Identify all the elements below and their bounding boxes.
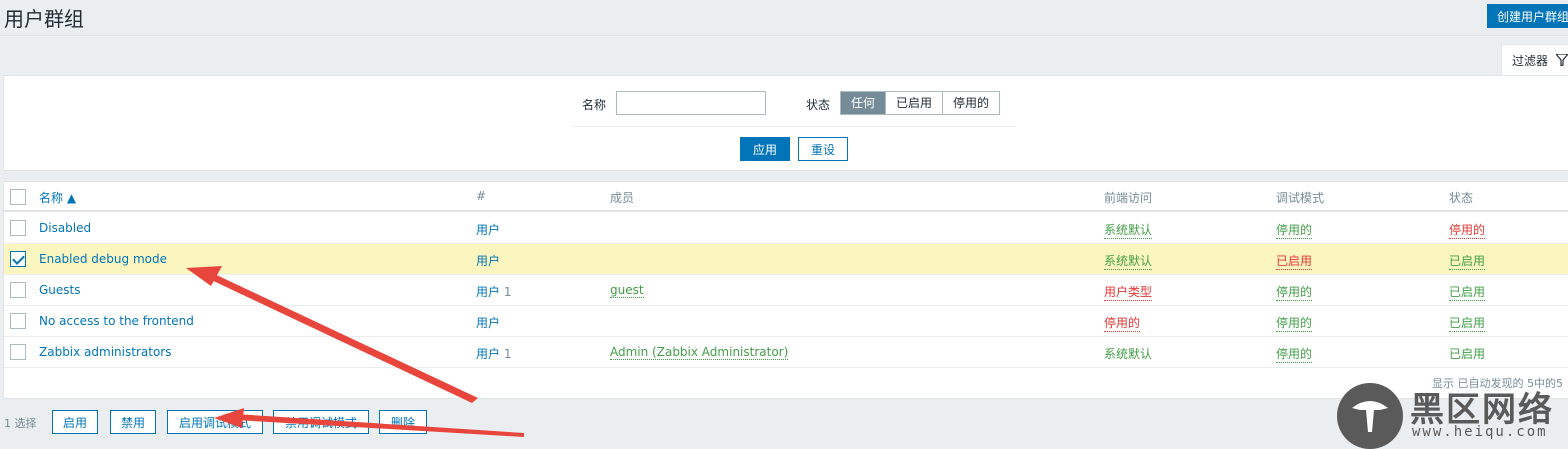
column-header-debug-mode: 调试模式 [1276,191,1325,205]
column-header-status: 状态 [1449,191,1474,205]
users-link[interactable]: 用户 [476,252,500,269]
row-checkbox[interactable] [10,313,26,329]
group-name-link[interactable]: Zabbix administrators [39,345,171,359]
filter-tab[interactable]: 过滤器 [1501,44,1568,76]
delete-button[interactable]: 删除 [379,410,427,434]
users-cell: 用户 1 [476,345,511,362]
debug-mode-value[interactable]: 已启用 [1276,252,1313,270]
users-count: 1 [503,347,512,361]
select-all-checkbox[interactable] [10,189,26,205]
table-row: Enabled debug mode 用户 系统默认 已启用 已启用 [4,244,1568,275]
group-name-link[interactable]: Guests [39,283,81,297]
row-checkbox[interactable] [10,282,26,298]
table-row: Disabled 用户 系统默认 停用的 停用的 [4,213,1568,244]
group-name-link[interactable]: Enabled debug mode [39,252,167,266]
table-row: No access to the frontend 用户 停用的 停用的 已启用 [4,306,1568,337]
debug-mode-value[interactable]: 停用的 [1276,314,1313,332]
group-name-link[interactable]: Disabled [39,221,91,235]
status-value[interactable]: 已启用 [1449,314,1486,332]
status-value: 已启用 [1449,347,1486,361]
status-filter-label: 状态 [806,98,831,112]
column-header-count: # [476,189,487,203]
frontend-access-value[interactable]: 停用的 [1104,314,1141,332]
selected-count: 1 选择 [4,417,37,430]
watermark-url: www.heiqu.com [1412,424,1548,440]
create-user-group-button[interactable]: 创建用户群组 [1487,4,1568,28]
status-value[interactable]: 已启用 [1449,283,1486,301]
row-checkbox[interactable] [10,344,26,360]
page-title: 用户群组 [4,7,84,31]
status-option-enabled[interactable]: 已启用 [886,92,944,114]
reset-button[interactable]: 重设 [798,137,848,161]
member-link[interactable]: Admin (Zabbix Administrator) [610,345,789,360]
disable-button[interactable]: 禁用 [110,410,156,434]
status-option-disabled[interactable]: 停用的 [943,92,1000,114]
users-link[interactable]: 用户 [476,347,500,361]
name-filter-label: 名称 [582,98,607,112]
frontend-access-value: 系统默认 [1104,347,1153,361]
row-checkbox[interactable] [10,251,26,267]
users-link[interactable]: 用户 [476,314,500,331]
table-header-row: 名称 ▲ # 成员 前端访问 调试模式 状态 [4,182,1568,212]
frontend-access-value[interactable]: 系统默认 [1104,252,1153,270]
column-header-members: 成员 [610,191,635,205]
table-row: Guests 用户 1 guest 用户类型 停用的 已启用 [4,275,1568,306]
frontend-access-value[interactable]: 用户类型 [1104,283,1153,301]
status-segmented-control: 任何 已启用 停用的 [840,91,1001,115]
filter-tab-label: 过滤器 [1512,54,1549,68]
frontend-access-value[interactable]: 系统默认 [1104,221,1153,239]
filter-icon [1555,54,1568,66]
status-value[interactable]: 已启用 [1449,252,1486,270]
debug-mode-value[interactable]: 停用的 [1276,283,1313,301]
column-header-name[interactable]: 名称 ▲ [39,189,76,206]
page-header: 用户群组 创建用户群组 [0,0,1568,36]
member-link[interactable]: guest [610,283,644,298]
users-cell: 用户 1 [476,283,511,300]
filter-panel: 名称 状态 任何 已启用 停用的 应用 重设 [3,75,1568,171]
enable-debug-mode-button[interactable]: 启用调试模式 [167,410,263,434]
disable-debug-mode-button[interactable]: 禁用调试模式 [273,410,369,434]
status-value[interactable]: 停用的 [1449,221,1486,239]
group-name-link[interactable]: No access to the frontend [39,314,194,328]
name-filter-input[interactable] [616,91,766,115]
debug-mode-value[interactable]: 停用的 [1276,345,1313,363]
table-row: Zabbix administrators 用户 1 Admin (Zabbix… [4,337,1568,368]
users-count: 1 [503,285,512,299]
users-link[interactable]: 用户 [476,285,500,299]
user-groups-table: 名称 ▲ # 成员 前端访问 调试模式 状态 Disabled 用户 系统默认 … [3,181,1568,399]
enable-button[interactable]: 启用 [52,410,98,434]
row-checkbox[interactable] [10,220,26,236]
column-header-frontend-access: 前端访问 [1104,191,1153,205]
debug-mode-value[interactable]: 停用的 [1276,221,1313,239]
filter-divider [572,126,1016,127]
status-option-any[interactable]: 任何 [841,92,887,114]
users-link[interactable]: 用户 [476,221,500,238]
apply-button[interactable]: 应用 [740,137,790,161]
